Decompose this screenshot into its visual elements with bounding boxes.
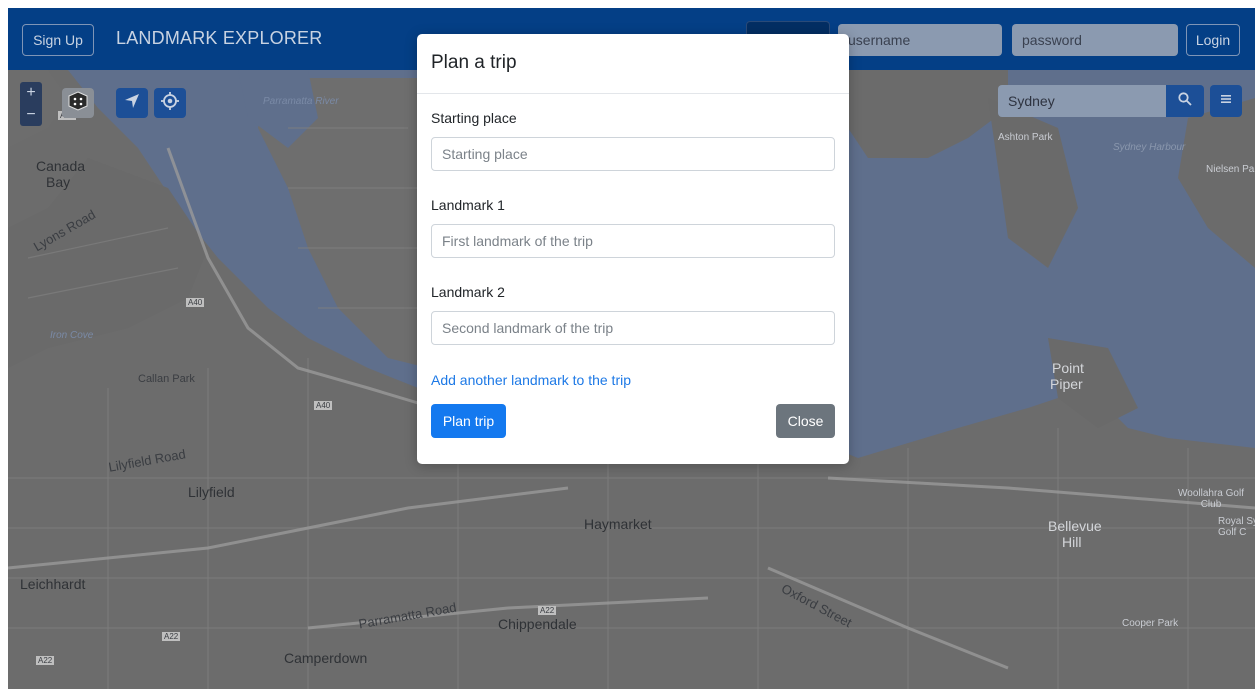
starting-place-input[interactable] [431,137,835,171]
modal-body: Starting place Landmark 1 Landmark 2 [417,94,849,345]
landmark-1-input[interactable] [431,224,835,258]
modal-header: Plan a trip [417,34,849,94]
modal-title: Plan a trip [431,52,517,73]
landmark-1-label: Landmark 1 [431,197,505,213]
close-button[interactable]: Close [776,404,835,438]
landmark-2-input[interactable] [431,311,835,345]
plan-trip-modal: Plan a trip Starting place Landmark 1 La… [417,34,849,464]
landmark-2-label: Landmark 2 [431,284,505,300]
plan-trip-button[interactable]: Plan trip [431,404,506,438]
add-landmark-link[interactable]: Add another landmark to the trip [431,372,631,388]
app-frame: Parramatta River Canada Bay Lyons Road I… [8,8,1255,689]
starting-place-label: Starting place [431,110,517,126]
